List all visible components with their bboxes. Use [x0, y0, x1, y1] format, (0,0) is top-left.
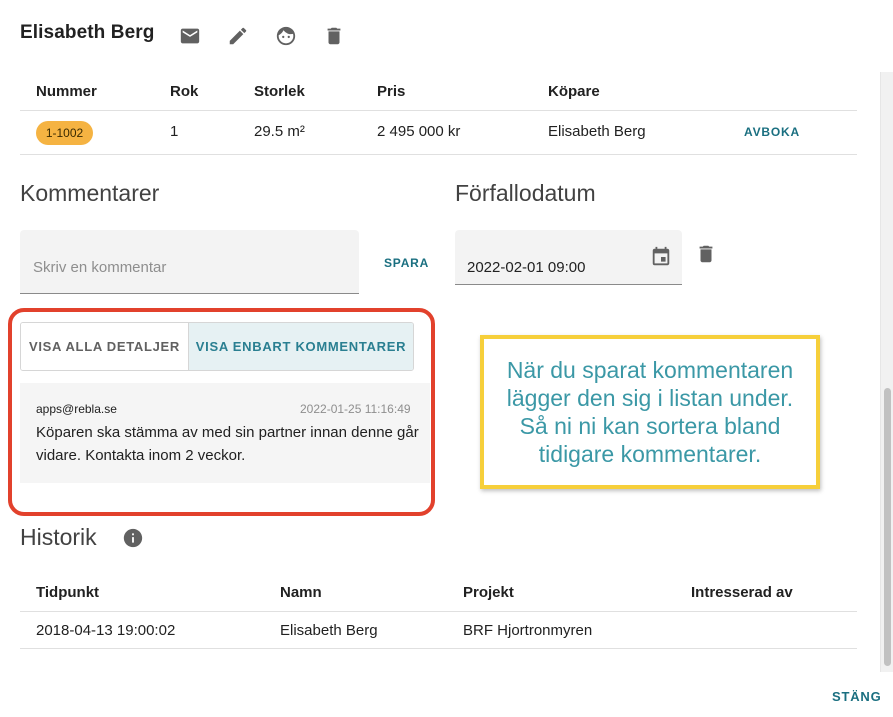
- scrollbar-thumb[interactable]: [884, 388, 891, 666]
- save-comment-button[interactable]: SPARA: [384, 256, 429, 270]
- table-divider: [20, 648, 857, 649]
- contact-name-title: Elisabeth Berg: [20, 22, 155, 43]
- highlight-annotation: [8, 308, 435, 516]
- face-icon[interactable]: [274, 24, 298, 48]
- cell-kopare: Elisabeth Berg: [548, 123, 646, 140]
- unit-number-badge: 1-1002: [36, 121, 93, 145]
- cell-namn: Elisabeth Berg: [280, 622, 378, 639]
- cell-projekt: BRF Hjortronmyren: [463, 622, 593, 639]
- tooltip-callout: När du sparat kommentaren lägger den sig…: [480, 335, 820, 489]
- close-button[interactable]: STÄNG: [832, 689, 882, 704]
- info-icon[interactable]: [122, 527, 144, 549]
- cancel-booking-button[interactable]: AVBOKA: [744, 125, 800, 139]
- due-date-input[interactable]: [455, 230, 682, 285]
- col-header-nummer: Nummer: [36, 83, 97, 100]
- col-header-intresserad-av: Intresserad av: [691, 584, 793, 601]
- due-date-value: 2022-02-01 09:00: [467, 259, 586, 276]
- history-title: Historik: [20, 524, 97, 550]
- table-divider: [20, 611, 857, 612]
- clear-due-date-icon[interactable]: [695, 243, 719, 267]
- due-date-title: Förfallodatum: [455, 180, 596, 206]
- edit-icon[interactable]: [226, 24, 250, 48]
- comments-title: Kommentarer: [20, 180, 160, 206]
- calendar-icon[interactable]: [650, 246, 674, 270]
- col-header-rok: Rok: [170, 83, 199, 100]
- table-divider: [20, 154, 857, 155]
- col-header-namn: Namn: [280, 584, 322, 601]
- col-header-projekt: Projekt: [463, 584, 514, 601]
- mail-icon[interactable]: [178, 24, 202, 48]
- table-divider: [20, 110, 857, 111]
- cell-pris: 2 495 000 kr: [377, 123, 461, 140]
- callout-text: När du sparat kommentaren lägger den sig…: [506, 357, 794, 467]
- cell-rok: 1: [170, 123, 179, 140]
- delete-icon[interactable]: [322, 24, 346, 48]
- comment-placeholder: Skriv en kommentar: [33, 259, 167, 276]
- col-header-tidpunkt: Tidpunkt: [36, 584, 100, 601]
- cell-tidpunkt: 2018-04-13 19:00:02: [36, 622, 176, 639]
- cell-storlek: 29.5 m²: [254, 123, 305, 140]
- col-header-pris: Pris: [377, 83, 406, 100]
- col-header-storlek: Storlek: [254, 83, 305, 100]
- col-header-kopare: Köpare: [548, 83, 600, 100]
